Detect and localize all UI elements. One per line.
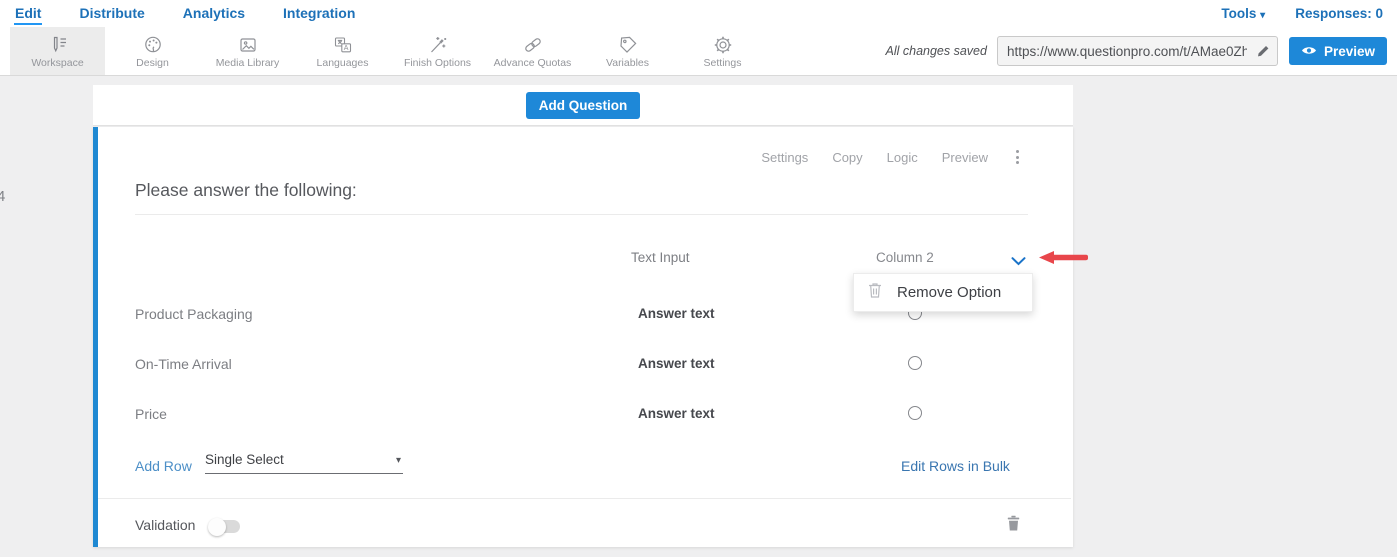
toolbar-item-label: Variables	[606, 57, 649, 69]
remove-option-item[interactable]: Remove Option	[897, 284, 1001, 301]
footer-divider	[98, 498, 1071, 499]
column-context-menu: Remove Option	[853, 273, 1033, 312]
question-preview-link[interactable]: Preview	[942, 150, 988, 165]
nav-tab-edit[interactable]: Edit	[14, 2, 42, 25]
nav-tab-integration[interactable]: Integration	[282, 2, 356, 25]
finish-options-icon	[427, 34, 449, 56]
design-icon	[142, 34, 164, 56]
toolbar-item-label: Settings	[704, 57, 742, 69]
row-label[interactable]: Price	[135, 406, 167, 422]
row-label[interactable]: On-Time Arrival	[135, 356, 232, 372]
toolbar-item-label: Languages	[317, 57, 369, 69]
column-header-text-input[interactable]: Text Input	[631, 250, 690, 265]
annotation-arrow-icon	[1039, 250, 1089, 270]
tools-menu[interactable]: Tools ▾	[1221, 6, 1265, 21]
toolbar-item-design[interactable]: Design	[105, 27, 200, 75]
title-divider	[135, 214, 1028, 215]
trash-icon	[854, 281, 897, 304]
nav-menu: Edit Distribute Analytics Integration	[14, 2, 356, 25]
answer-text-field[interactable]: Answer text	[638, 406, 715, 421]
save-status: All changes saved	[886, 44, 987, 58]
radio-button[interactable]	[908, 406, 922, 420]
toolbar-item-variables[interactable]: Variables	[580, 27, 675, 75]
survey-url-box	[997, 36, 1278, 66]
edit-url-pencil-icon[interactable]	[1256, 44, 1270, 63]
top-nav: Edit Distribute Analytics Integration To…	[0, 0, 1397, 27]
responses-link[interactable]: Responses: 0	[1295, 6, 1383, 21]
toolbar-item-media-library[interactable]: Media Library	[200, 27, 295, 75]
toolbar-item-label: Media Library	[216, 57, 280, 69]
caret-down-icon: ▾	[396, 455, 401, 466]
edit-rows-in-bulk-link[interactable]: Edit Rows in Bulk	[901, 458, 1010, 474]
toolbar-item-finish-options[interactable]: Finish Options	[390, 27, 485, 75]
preview-button[interactable]: Preview	[1289, 37, 1387, 65]
media-library-icon	[237, 34, 259, 56]
more-options-icon[interactable]	[1012, 148, 1023, 166]
add-row-link[interactable]: Add Row	[135, 458, 192, 474]
toolbar-item-settings[interactable]: Settings	[675, 27, 770, 75]
question-title[interactable]: Please answer the following:	[135, 180, 357, 201]
question-copy-link[interactable]: Copy	[832, 150, 862, 165]
delete-question-trash-icon[interactable]	[1006, 514, 1021, 536]
validation-label: Validation	[135, 517, 195, 533]
validation-toggle[interactable]	[210, 520, 240, 533]
svg-text:A: A	[343, 45, 348, 52]
toolbar-right: All changes saved Preview	[886, 27, 1397, 75]
languages-icon: A	[332, 34, 354, 56]
edit-toolbar: Workspace Design Media Library	[0, 27, 1397, 76]
question-logic-link[interactable]: Logic	[887, 150, 918, 165]
toolbar-item-label: Design	[136, 57, 169, 69]
row-type-value: Single Select	[205, 452, 284, 467]
nav-right: Tools ▾ Responses: 0	[1221, 6, 1383, 21]
question-number: 4	[0, 188, 5, 205]
question-settings-link[interactable]: Settings	[761, 150, 808, 165]
toolbar-item-label: Advance Quotas	[494, 57, 572, 69]
chevron-down-icon[interactable]	[1011, 253, 1026, 271]
workspace-page: 4 Add Question Settings Copy Logic Previ…	[0, 76, 1397, 557]
workspace-icon	[47, 34, 69, 56]
eye-icon	[1301, 44, 1317, 59]
survey-url-input[interactable]	[997, 36, 1278, 66]
question-card: Settings Copy Logic Preview Please answe…	[93, 127, 1073, 547]
variables-icon	[617, 34, 639, 56]
row-type-select[interactable]: Single Select ▾	[205, 451, 403, 474]
answer-text-field[interactable]: Answer text	[638, 356, 715, 371]
toolbar-item-advance-quotas[interactable]: Advance Quotas	[485, 27, 580, 75]
caret-down-icon: ▾	[1260, 10, 1265, 21]
settings-icon	[712, 34, 734, 56]
toolbar-item-languages[interactable]: A Languages	[295, 27, 390, 75]
toolbar-item-label: Workspace	[31, 57, 83, 69]
add-question-button[interactable]: Add Question	[526, 92, 641, 119]
question-actions: Settings Copy Logic Preview	[761, 148, 1023, 166]
radio-button[interactable]	[908, 356, 922, 370]
column-header-column2[interactable]: Column 2	[876, 250, 934, 265]
advance-quotas-icon	[522, 34, 544, 56]
nav-tab-distribute[interactable]: Distribute	[78, 2, 145, 25]
row-label[interactable]: Product Packaging	[135, 306, 253, 322]
toolbar-item-workspace[interactable]: Workspace	[10, 27, 105, 75]
nav-tab-analytics[interactable]: Analytics	[182, 2, 246, 25]
toolbar-item-label: Finish Options	[404, 57, 471, 69]
add-question-bar: Add Question	[93, 85, 1073, 126]
answer-text-field[interactable]: Answer text	[638, 306, 715, 321]
